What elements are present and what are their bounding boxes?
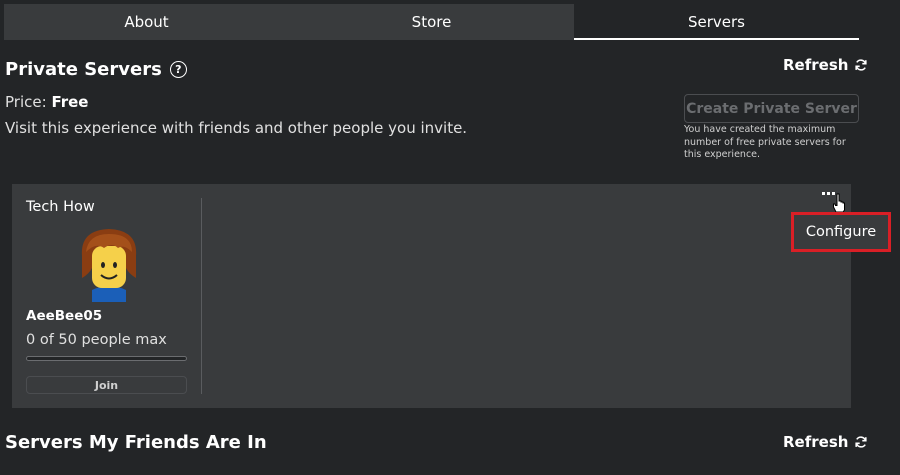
tab-about[interactable]: About — [4, 4, 289, 40]
private-server-panel: Tech How AeeBee05 0 of 50 people max Joi… — [12, 184, 851, 408]
refresh-icon — [855, 59, 868, 71]
question-circle-icon[interactable]: ? — [169, 61, 187, 78]
tab-bar: About Store Servers — [4, 4, 859, 40]
avatar[interactable] — [74, 226, 144, 302]
create-private-server-button[interactable]: Create Private Server — [684, 94, 859, 123]
tab-servers-label: Servers — [687, 13, 745, 31]
configure-button[interactable]: Configure — [806, 224, 876, 240]
owner-name[interactable]: AeeBee05 — [26, 308, 102, 324]
refresh-friends-servers-button[interactable]: Refresh — [783, 433, 868, 451]
server-name: Tech How — [26, 199, 95, 215]
servers-page: About Store Servers Private Servers ? Re… — [0, 0, 900, 475]
hand-cursor-icon — [833, 193, 845, 213]
private-servers-title: Private Servers ? — [5, 59, 187, 80]
price-line: Price: Free — [5, 93, 88, 111]
configure-highlight: Configure — [791, 212, 891, 252]
tab-store-label: Store — [411, 13, 452, 31]
tab-about-label: About — [124, 13, 169, 31]
server-limit-note: You have created the maximum number of f… — [684, 124, 846, 160]
capacity-progress-bar — [26, 356, 187, 361]
card-divider — [201, 198, 202, 394]
refresh-private-servers-button[interactable]: Refresh — [783, 56, 868, 74]
private-servers-title-text: Private Servers — [5, 59, 162, 80]
refresh-label: Refresh — [783, 56, 849, 74]
refresh-icon — [855, 436, 868, 448]
friends-servers-title-text: Servers My Friends Are In — [5, 432, 267, 453]
price-label: Price: — [5, 93, 47, 111]
friends-servers-title: Servers My Friends Are In — [5, 432, 267, 453]
tab-servers[interactable]: Servers — [574, 4, 859, 40]
price-value: Free — [51, 93, 89, 111]
refresh-friends-label: Refresh — [783, 433, 849, 451]
join-button[interactable]: Join — [26, 376, 187, 394]
tab-store[interactable]: Store — [289, 4, 574, 40]
private-servers-description: Visit this experience with friends and o… — [5, 119, 468, 137]
server-capacity: 0 of 50 people max — [26, 332, 167, 348]
